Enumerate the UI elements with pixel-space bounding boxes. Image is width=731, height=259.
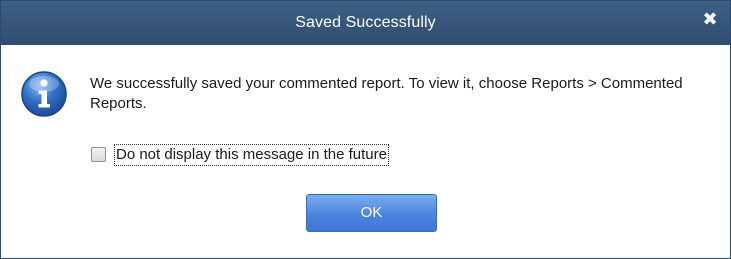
- saved-successfully-dialog: Saved Successfully ✖ We successfully sav…: [0, 0, 731, 259]
- dialog-title: Saved Successfully: [295, 14, 436, 31]
- ok-button[interactable]: OK: [306, 194, 437, 232]
- close-icon[interactable]: ✖: [697, 7, 723, 33]
- title-bar: Saved Successfully ✖: [1, 1, 730, 45]
- dont-show-again-label[interactable]: Do not display this message in the futur…: [114, 144, 389, 166]
- dont-show-again-checkbox[interactable]: [91, 147, 106, 162]
- message-text: We successfully saved your commented rep…: [90, 75, 683, 112]
- info-icon: [20, 70, 68, 118]
